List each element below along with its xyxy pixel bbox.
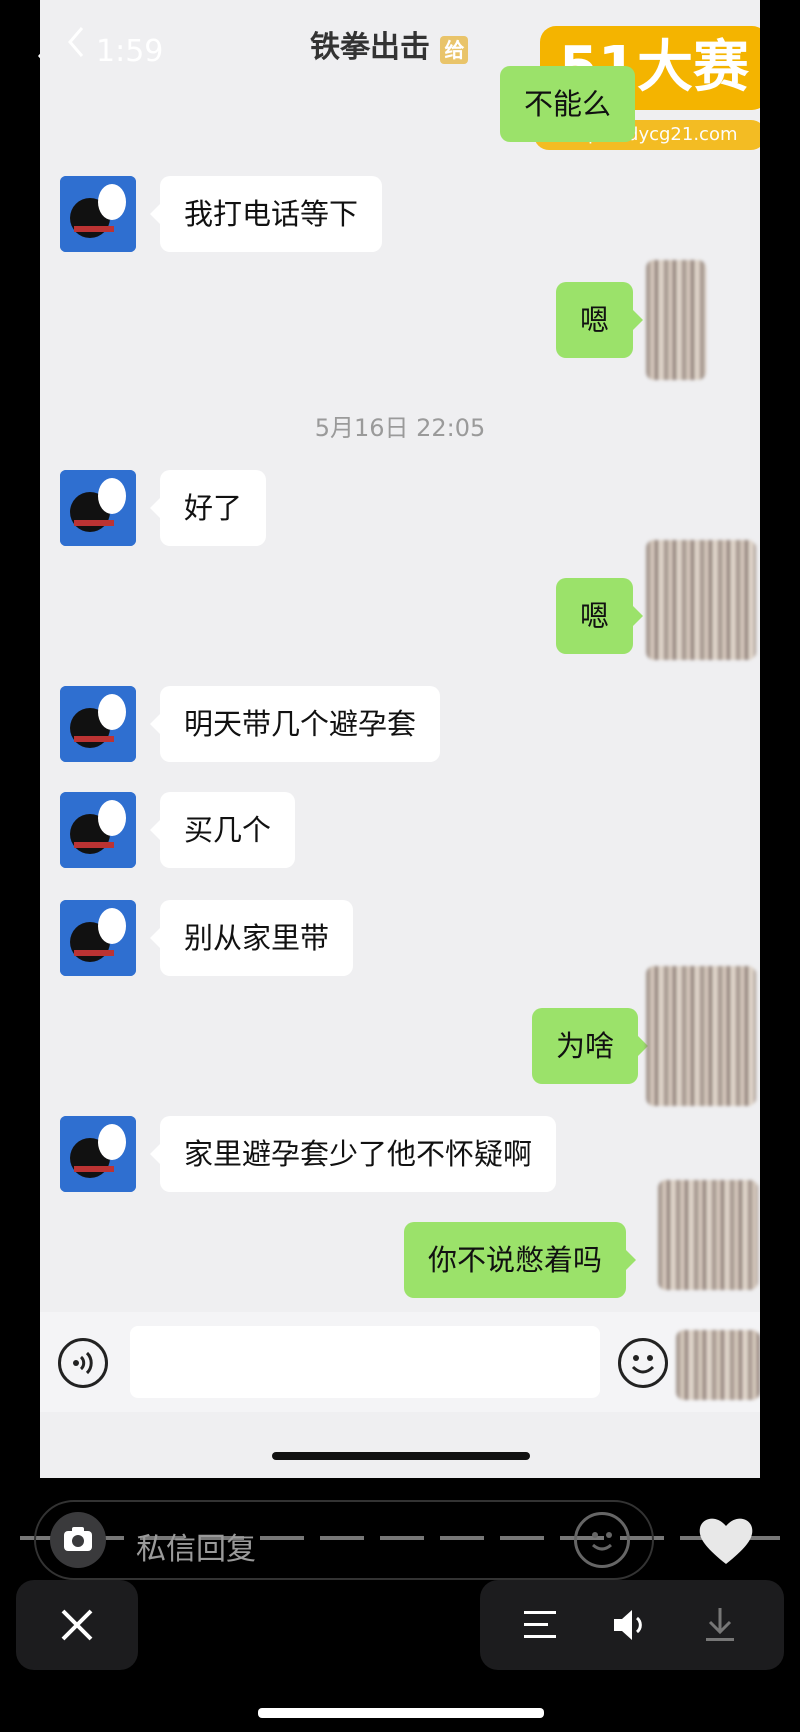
- menu-icon[interactable]: [522, 1608, 558, 1642]
- control-group: [480, 1580, 784, 1670]
- emoji-icon[interactable]: [618, 1338, 668, 1388]
- message-text: 你不说憋着吗: [428, 1243, 603, 1277]
- recorded-chat-screen: 1:59 铁拳出击 给 51大赛 https://dycg21.com 不能么 …: [40, 0, 760, 1478]
- message-bubble-outgoing: 你不说憋着吗: [404, 1222, 637, 1298]
- blurred-avatar: [646, 260, 706, 380]
- blurred-avatar: [658, 1180, 758, 1290]
- message-bubble-outgoing-partial: 不能么: [500, 66, 636, 142]
- heart-icon[interactable]: [696, 1512, 756, 1568]
- reply-emoji-icon[interactable]: [574, 1512, 630, 1568]
- message-text: 好了: [184, 491, 243, 525]
- close-button[interactable]: [16, 1580, 138, 1670]
- message-bubble-incoming: 家里避孕套少了他不怀疑啊: [149, 1116, 557, 1192]
- blurred-avatar: [676, 1330, 760, 1400]
- reply-bar[interactable]: 私信回复: [34, 1500, 654, 1580]
- contact-avatar[interactable]: [60, 792, 136, 868]
- download-icon[interactable]: [702, 1604, 738, 1644]
- message-bubble-incoming: 别从家里带: [149, 900, 354, 976]
- chat-title-badge: 给: [440, 36, 469, 64]
- message-text: 家里避孕套少了他不怀疑啊: [184, 1137, 533, 1171]
- status-time: 1:59: [96, 34, 164, 69]
- timestamp: 5月16日 22:05: [314, 414, 486, 442]
- message-input[interactable]: [130, 1326, 600, 1398]
- message-bubble-outgoing: 为啥: [532, 1008, 649, 1084]
- contact-avatar[interactable]: [60, 1116, 136, 1192]
- contact-avatar[interactable]: [60, 470, 136, 546]
- message-text: 为啥: [556, 1029, 615, 1063]
- chat-title: 铁拳出击 给: [310, 22, 469, 66]
- message-text: 买几个: [184, 813, 272, 847]
- message-text: 明天带几个避孕套: [184, 707, 417, 741]
- message-bubble-outgoing: 嗯: [556, 578, 644, 654]
- contact-avatar[interactable]: [60, 176, 136, 252]
- message-text: 嗯: [580, 599, 610, 633]
- contact-avatar[interactable]: [60, 900, 136, 976]
- home-indicator: [258, 1708, 544, 1718]
- message-bubble-incoming: 买几个: [149, 792, 296, 868]
- inner-home-indicator: [272, 1452, 530, 1460]
- chat-title-text: 铁拳出击: [310, 30, 430, 65]
- back-icon[interactable]: [64, 24, 86, 60]
- inner-input-bar: [40, 1312, 760, 1412]
- blurred-avatar: [646, 540, 756, 660]
- blurred-avatar: [646, 966, 756, 1106]
- message-text: 不能么: [524, 87, 612, 121]
- message-bubble-incoming: 我打电话等下: [149, 176, 383, 252]
- speaker-icon[interactable]: [610, 1606, 650, 1644]
- contact-avatar[interactable]: [60, 686, 136, 762]
- message-bubble-outgoing: 嗯: [556, 282, 644, 358]
- reply-placeholder: 私信回复: [136, 1532, 256, 1567]
- voice-icon[interactable]: [58, 1338, 108, 1388]
- message-bubble-incoming: 明天带几个避孕套: [149, 686, 441, 762]
- message-bubble-incoming: 好了: [149, 470, 267, 546]
- message-text: 嗯: [580, 303, 610, 337]
- camera-icon[interactable]: [50, 1512, 106, 1568]
- message-text: 我打电话等下: [184, 197, 359, 231]
- message-text: 别从家里带: [184, 921, 330, 955]
- close-icon: [61, 1609, 93, 1641]
